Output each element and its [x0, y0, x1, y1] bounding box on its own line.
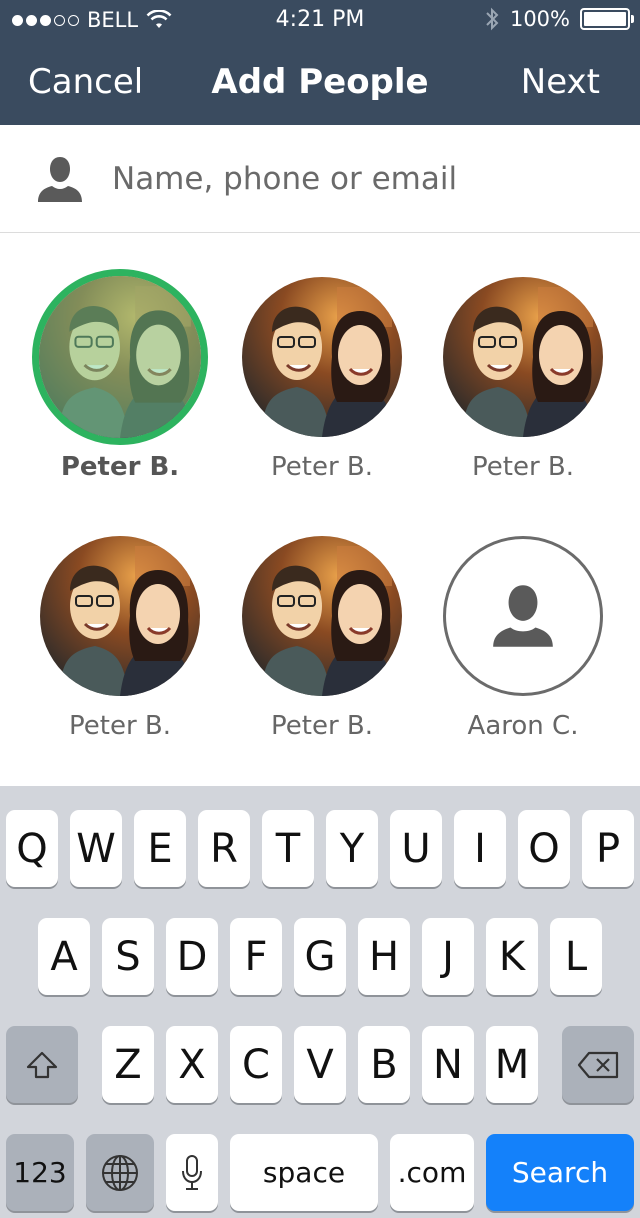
person-card-5[interactable]: Aaron C.: [422, 492, 624, 742]
avatar[interactable]: [40, 536, 200, 696]
key-m[interactable]: M: [486, 1026, 538, 1103]
battery-percent: 100%: [509, 7, 570, 31]
key-h[interactable]: H: [358, 918, 410, 995]
header: BELL 4:21 PM 100% Cancel Add People Next: [0, 0, 640, 125]
dictation-key[interactable]: [166, 1134, 218, 1211]
nav-bar: Cancel Add People Next: [0, 40, 640, 125]
person-card-0[interactable]: Peter B.: [19, 233, 221, 483]
person-name: Peter B.: [472, 452, 574, 482]
key-r[interactable]: R: [198, 810, 250, 887]
key-n[interactable]: N: [422, 1026, 474, 1103]
key-k[interactable]: K: [486, 918, 538, 995]
person-card-4[interactable]: Peter B.: [221, 492, 423, 742]
key-g[interactable]: G: [294, 918, 346, 995]
avatar-placeholder[interactable]: [443, 536, 603, 696]
person-name: Aaron C.: [467, 711, 579, 741]
battery-icon: [580, 8, 634, 30]
status-right: 100%: [484, 7, 634, 31]
backspace-icon: [577, 1051, 619, 1078]
globe-icon: [102, 1154, 138, 1191]
person-name: Peter B.: [69, 711, 171, 741]
search-input[interactable]: [112, 153, 612, 205]
key-i[interactable]: I: [454, 810, 506, 887]
key-j[interactable]: J: [422, 918, 474, 995]
shift-key[interactable]: [6, 1026, 78, 1103]
shift-icon: [26, 1051, 58, 1078]
status-bar: BELL 4:21 PM 100%: [0, 0, 640, 40]
key-o[interactable]: O: [518, 810, 570, 887]
avatar[interactable]: [443, 277, 603, 437]
microphone-icon: [182, 1154, 202, 1190]
key-b[interactable]: B: [358, 1026, 410, 1103]
key-c[interactable]: C: [230, 1026, 282, 1103]
person-icon: [493, 585, 553, 647]
space-key[interactable]: space: [230, 1134, 378, 1211]
avatar[interactable]: [242, 277, 402, 437]
person-card-3[interactable]: Peter B.: [19, 492, 221, 742]
avatar-photo: [242, 277, 402, 437]
avatar-photo: [443, 277, 603, 437]
key-p[interactable]: P: [582, 810, 634, 887]
key-l[interactable]: L: [550, 918, 602, 995]
key-s[interactable]: S: [102, 918, 154, 995]
cancel-button[interactable]: Cancel: [28, 62, 143, 102]
key-t[interactable]: T: [262, 810, 314, 887]
key-e[interactable]: E: [134, 810, 186, 887]
person-icon: [38, 157, 82, 202]
key-a[interactable]: A: [38, 918, 90, 995]
dotcom-key[interactable]: .com: [390, 1134, 474, 1211]
avatar-photo: [40, 536, 200, 696]
key-f[interactable]: F: [230, 918, 282, 995]
person-card-2[interactable]: Peter B.: [422, 233, 624, 483]
key-y[interactable]: Y: [326, 810, 378, 887]
globe-key[interactable]: [86, 1134, 154, 1211]
search-key[interactable]: Search: [486, 1134, 634, 1211]
key-d[interactable]: D: [166, 918, 218, 995]
delete-key[interactable]: [562, 1026, 634, 1103]
avatar-photo: [39, 276, 201, 438]
next-button[interactable]: Next: [521, 62, 600, 102]
keyboard: Q W E R T Y U I O P A S D F G H J K L Z …: [0, 786, 640, 1218]
avatar-photo: [242, 536, 402, 696]
key-w[interactable]: W: [70, 810, 122, 887]
key-q[interactable]: Q: [6, 810, 58, 887]
person-name: Peter B.: [60, 452, 180, 482]
search-row: [0, 125, 640, 233]
bluetooth-icon: [486, 7, 499, 31]
key-v[interactable]: V: [294, 1026, 346, 1103]
person-name: Peter B.: [271, 711, 373, 741]
person-name: Peter B.: [271, 452, 373, 482]
person-card-1[interactable]: Peter B.: [221, 233, 423, 483]
people-grid: Peter B. Peter B. Peter B. Peter B. Pete…: [0, 233, 640, 786]
key-u[interactable]: U: [390, 810, 442, 887]
key-z[interactable]: Z: [102, 1026, 154, 1103]
avatar[interactable]: [242, 536, 402, 696]
key-x[interactable]: X: [166, 1026, 218, 1103]
numbers-key[interactable]: 123: [6, 1134, 74, 1211]
avatar[interactable]: [32, 269, 208, 445]
